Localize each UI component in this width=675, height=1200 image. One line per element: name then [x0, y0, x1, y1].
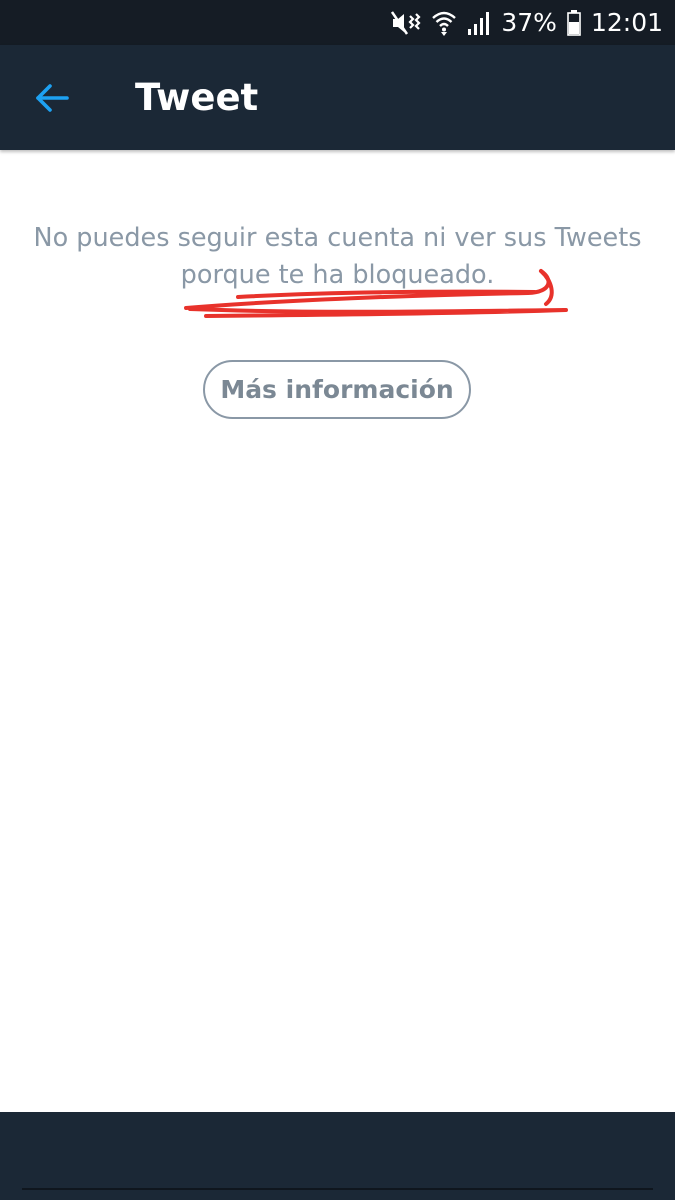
- mute-vibrate-icon: [391, 10, 421, 35]
- blocked-message: No puedes seguir esta cuenta ni ver sus …: [0, 220, 675, 294]
- status-icons: 37% 12:01: [391, 0, 663, 45]
- back-arrow-icon: [36, 84, 69, 112]
- wifi-icon: [432, 11, 457, 36]
- signal-icon: [468, 11, 490, 35]
- red-underline-annotation: [184, 269, 568, 318]
- blocked-message-line1: No puedes seguir esta cuenta ni ver sus …: [33, 223, 642, 253]
- back-button[interactable]: [22, 73, 82, 123]
- clock: 12:01: [590, 8, 663, 37]
- more-info-button[interactable]: Más información: [203, 360, 471, 419]
- app-bar: Tweet: [0, 45, 675, 150]
- battery-icon: [567, 9, 581, 36]
- bottom-bar: [0, 1112, 675, 1200]
- battery-percent: 37%: [501, 8, 557, 37]
- bottom-divider: [22, 1188, 653, 1190]
- page-title: Tweet: [135, 76, 259, 119]
- status-bar: 37% 12:01: [0, 0, 675, 45]
- blocked-message-line2: porque te ha bloqueado.: [180, 260, 495, 290]
- more-info-label: Más información: [220, 375, 454, 404]
